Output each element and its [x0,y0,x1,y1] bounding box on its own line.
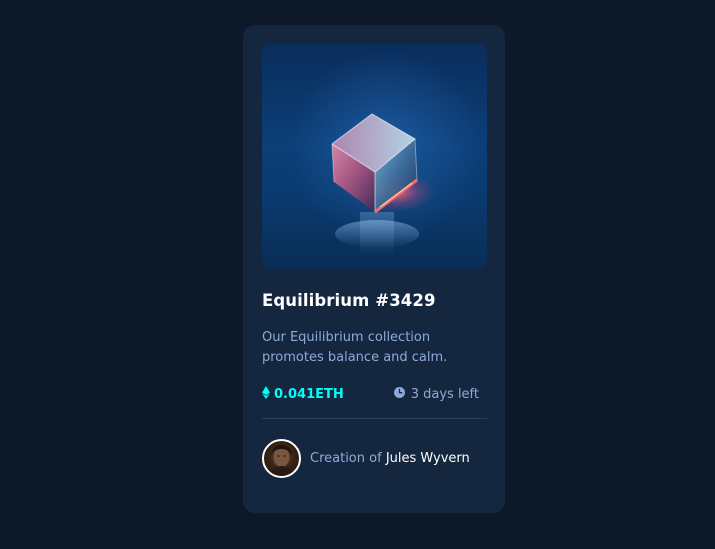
clock-icon [393,386,405,402]
ethereum-icon [262,385,270,403]
nft-title[interactable]: Equilibrium #3429 [262,291,486,311]
creator-prefix: Creation of [310,451,386,466]
price-value: 0.041ETH [274,386,344,402]
time-left-value: 3 days left [410,386,479,402]
avatar [262,439,301,478]
price: 0.041ETH [262,385,344,403]
time-left: 3 days left [393,386,479,402]
equilibrium-cube-image [331,113,435,257]
divider [262,418,487,419]
nft-card: Equilibrium #3429 Our Equilibrium collec… [243,25,505,513]
nft-description: Our Equilibrium collection promotes bala… [262,330,448,365]
creator-name[interactable]: Jules Wyvern [386,451,470,466]
nft-image[interactable] [262,44,487,269]
creator: Creation of Jules Wyvern [262,439,486,478]
creator-portrait-image [270,445,293,476]
creator-text: Creation of Jules Wyvern [310,451,470,466]
nft-meta: 0.041ETH 3 days left [262,384,486,404]
